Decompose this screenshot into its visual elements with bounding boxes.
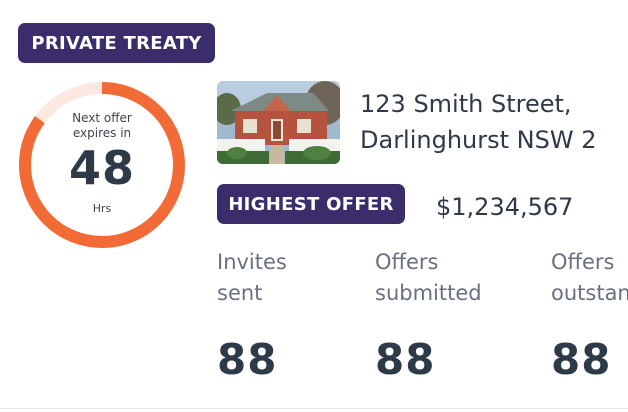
stat-offers-outstanding: Offers outstan 88 bbox=[551, 247, 628, 384]
highest-offer-badge: HIGHEST OFFER bbox=[217, 184, 405, 224]
offer-countdown: Next offer expires in 48 Hrs bbox=[18, 81, 186, 249]
stat-value: 88 bbox=[551, 335, 612, 384]
sale-type-badge: PRIVATE TREATY bbox=[18, 23, 215, 63]
stat-offers-submitted: Offers submitted 88 bbox=[375, 247, 482, 384]
highest-offer-amount: $1,234,567 bbox=[436, 193, 574, 221]
divider bbox=[0, 408, 628, 409]
stat-label-line-1: Offers bbox=[375, 250, 439, 274]
address-line-1: 123 Smith Street, bbox=[360, 90, 572, 118]
address-line-2: Darlinghurst NSW 2 bbox=[360, 126, 597, 154]
countdown-value: 48 bbox=[68, 141, 135, 195]
property-photo[interactable] bbox=[217, 81, 340, 164]
stat-label-line-2: sent bbox=[217, 281, 263, 305]
stat-label-line-2: outstan bbox=[551, 281, 628, 305]
stat-label-line-1: Offers bbox=[551, 250, 615, 274]
countdown-label: Next offer expires in bbox=[72, 111, 132, 140]
property-address: 123 Smith Street, Darlinghurst NSW 2 bbox=[360, 86, 596, 158]
stat-invites-sent: Invites sent 88 bbox=[217, 247, 287, 384]
stat-label-line-2: submitted bbox=[375, 281, 482, 305]
stat-value: 88 bbox=[217, 335, 278, 384]
countdown-unit: Hrs bbox=[92, 202, 112, 215]
stat-label-line-1: Invites bbox=[217, 250, 287, 274]
house-photo-icon bbox=[217, 81, 340, 164]
stat-value: 88 bbox=[375, 335, 436, 384]
